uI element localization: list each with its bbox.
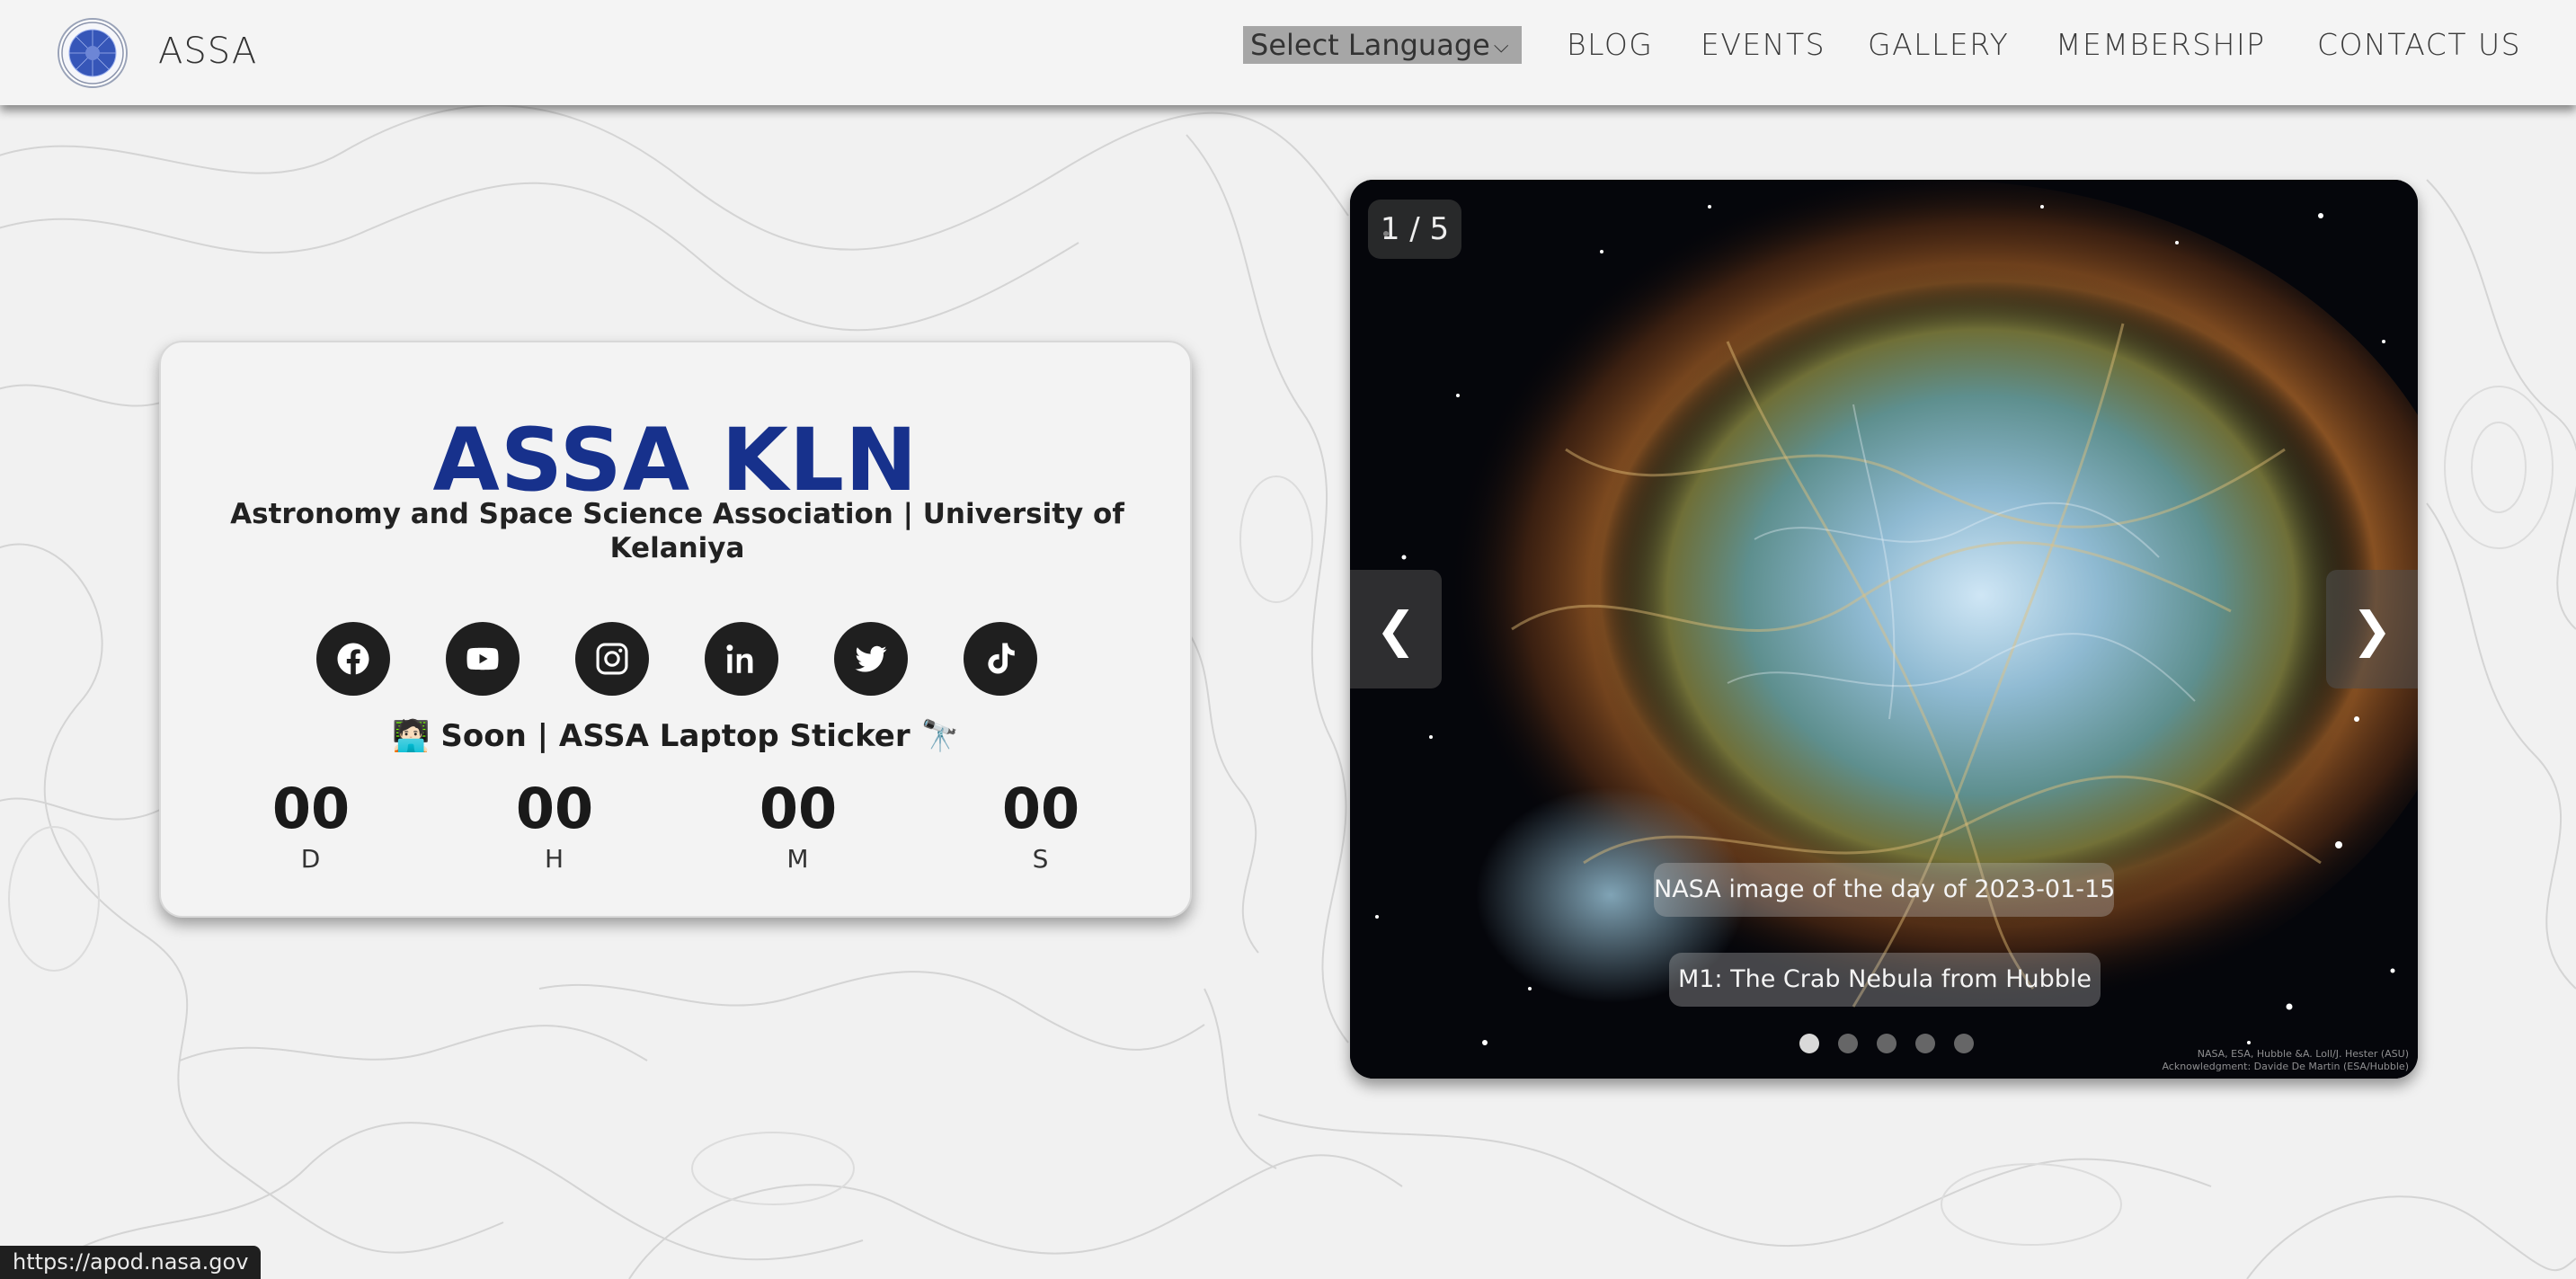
youtube-icon[interactable] (446, 622, 520, 696)
language-select-label: Select Language (1250, 28, 1490, 62)
slide-indicators (1799, 1034, 1997, 1055)
linkedin-icon[interactable] (705, 622, 778, 696)
slide-dot-5[interactable] (1954, 1034, 1974, 1053)
slide-counter: 1 / 5 (1368, 200, 1461, 259)
brand-name[interactable]: ASSA (158, 31, 257, 72)
image-credit: NASA, ESA, Hubble &A. Loll/J. Hester (AS… (2162, 1048, 2409, 1073)
countdown-seconds: 00 S (978, 776, 1104, 875)
slide-dot-2[interactable] (1838, 1034, 1858, 1053)
countdown-label: D (300, 844, 322, 874)
countdown-label: H (544, 844, 565, 874)
nasa-image-slideshow: 1 / 5 ❮ ❯ NASA image of the day of 2023-… (1350, 180, 2418, 1079)
nav-link-events[interactable]: EVENTS (1701, 27, 1825, 62)
countdown-value: 00 (1001, 776, 1080, 841)
slide-dot-3[interactable] (1877, 1034, 1896, 1053)
status-bar-url: https://apod.nasa.gov (0, 1246, 262, 1279)
top-navbar: ASSA Select Language ⌵ BLOG EVENTS GALLER… (0, 0, 2576, 105)
nav-link-gallery[interactable]: GALLERY (1868, 27, 2009, 62)
language-select[interactable]: Select Language ⌵ (1243, 26, 1522, 64)
countdown-value: 00 (515, 776, 594, 841)
countdown-timer: 00 D 00 H 00 M 00 S (161, 779, 1190, 875)
tiktok-icon[interactable] (964, 622, 1037, 696)
caption-title[interactable]: M1: The Crab Nebula from Hubble (1669, 953, 2101, 1007)
twitter-icon[interactable] (834, 622, 908, 696)
assa-info-card: ASSA KLN Astronomy and Space Science Ass… (159, 341, 1192, 918)
sticker-announcement: 🧑🏻‍💻 Soon | ASSA Laptop Sticker 🔭 (392, 718, 959, 754)
nav-link-membership[interactable]: MEMBERSHIP (2056, 27, 2266, 62)
next-slide-button[interactable]: ❯ (2326, 570, 2418, 688)
countdown-label: M (786, 844, 810, 874)
page-title: ASSA KLN (432, 410, 919, 511)
instagram-icon[interactable] (575, 622, 649, 696)
nav-link-blog[interactable]: BLOG (1567, 27, 1653, 62)
assa-logo[interactable] (58, 18, 128, 88)
chevron-down-icon: ⌵ (1493, 35, 1509, 58)
credit-line: NASA, ESA, Hubble &A. Loll/J. Hester (AS… (2197, 1048, 2409, 1060)
countdown-hours: 00 H (492, 776, 617, 875)
nav-link-contact-us[interactable]: CONTACT US (2317, 27, 2521, 62)
prev-slide-button[interactable]: ❮ (1350, 570, 1442, 688)
countdown-value: 00 (271, 776, 351, 841)
credit-line: Acknowledgment: Davide De Martin (ESA/Hu… (2162, 1061, 2409, 1072)
association-subtitle: Astronomy and Space Science Association … (230, 498, 1124, 564)
countdown-minutes: 00 M (735, 776, 861, 875)
crab-nebula-image[interactable] (1350, 180, 2418, 1079)
countdown-label: S (1032, 844, 1050, 874)
social-links (161, 622, 1190, 696)
slide-dot-4[interactable] (1915, 1034, 1935, 1053)
slide-dot-1[interactable] (1799, 1034, 1819, 1053)
countdown-value: 00 (759, 776, 838, 841)
facebook-icon[interactable] (316, 622, 390, 696)
countdown-days: 00 D (248, 776, 374, 875)
caption-date[interactable]: NASA image of the day of 2023-01-15 (1654, 863, 2115, 917)
